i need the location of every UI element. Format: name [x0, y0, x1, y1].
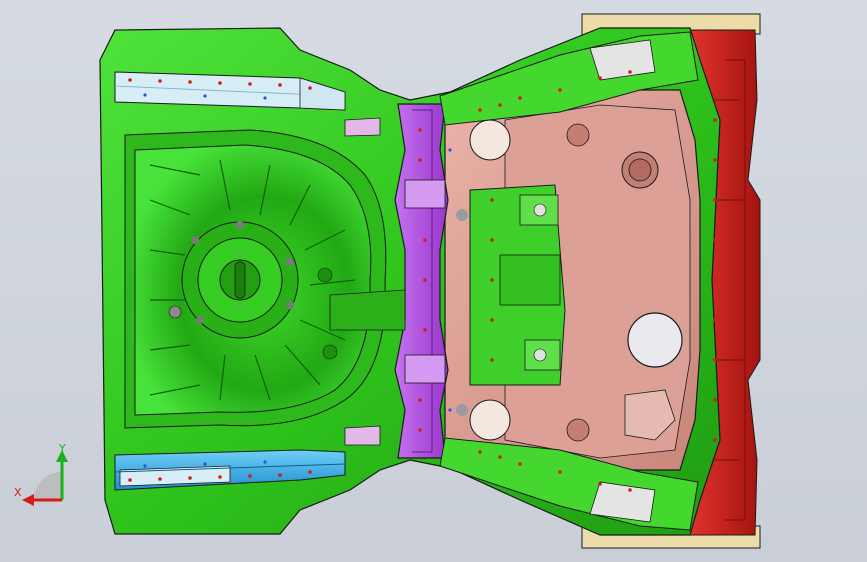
- graphics-viewport[interactable]: [0, 0, 867, 562]
- coordinate-triad: Y X: [12, 440, 82, 510]
- x-axis-label: X: [14, 486, 22, 499]
- y-axis-label: Y: [58, 442, 66, 455]
- center-brackets: [469, 184, 566, 386]
- z-axis-wedge: [34, 472, 62, 500]
- car-rear-floor-assembly[interactable]: [0, 0, 867, 562]
